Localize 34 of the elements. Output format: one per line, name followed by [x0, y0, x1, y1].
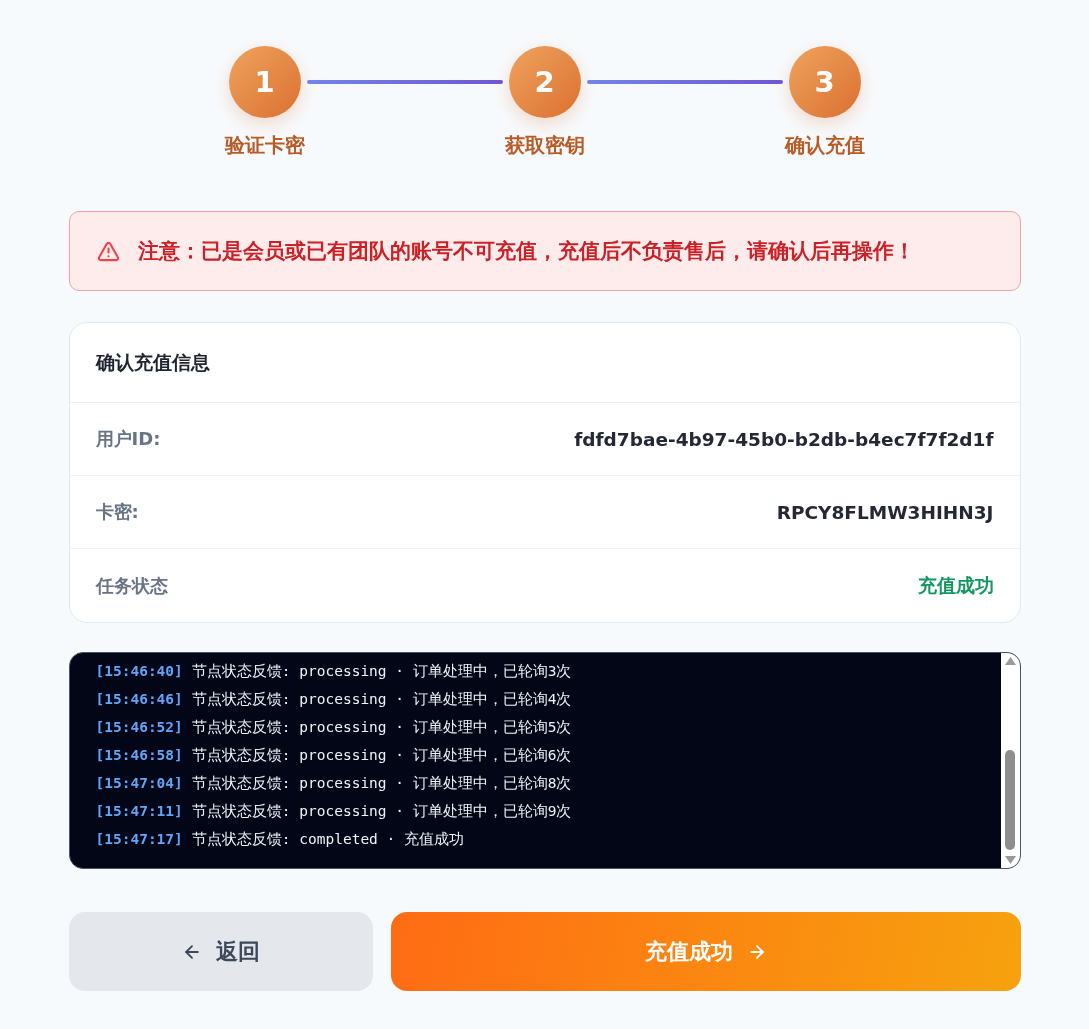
info-value: fdfd7bae-4b97-45b0-b2db-b4ec7f7f2d1f — [574, 428, 994, 450]
card-title: 确认充值信息 — [95, 349, 210, 375]
info-value: RPCY8FLMW3HIHN3J — [776, 501, 994, 523]
step-label: 获取密钥 — [504, 132, 585, 159]
log-message: 节点状态反馈: processing · 订单处理中，已轮询4次 — [191, 689, 572, 709]
log-timestamp: [15:47:11] — [95, 803, 183, 819]
step-number: 2 — [508, 46, 581, 118]
scroll-thumb[interactable] — [1005, 750, 1015, 850]
log-message: 节点状态反馈: processing · 订单处理中，已轮询5次 — [191, 717, 572, 737]
log-timestamp: [15:46:52] — [95, 719, 183, 735]
step-number: 3 — [788, 46, 861, 118]
warning-icon — [96, 239, 120, 263]
scroll-down-icon[interactable] — [1004, 856, 1016, 864]
log-message: 节点状态反馈: processing · 订单处理中，已轮询6次 — [191, 745, 572, 765]
back-button[interactable]: 返回 — [68, 912, 373, 991]
log-timestamp: [15:47:17] — [95, 831, 183, 847]
status-value: 充值成功 — [917, 574, 994, 598]
info-label: 用户ID: — [95, 427, 161, 451]
log-timestamp: [15:47:04] — [95, 775, 183, 791]
step-label: 验证卡密 — [224, 132, 305, 159]
info-label: 任务状态 — [95, 573, 168, 598]
log-timestamp: [15:46:40] — [95, 663, 183, 679]
warning-text: 注意：已是会员或已有团队的账号不可充值，充值后不负责售后，请确认后再操作！ — [137, 238, 915, 265]
log-message: 节点状态反馈: processing · 订单处理中，已轮询8次 — [191, 773, 572, 793]
log-message: 节点状态反馈: processing · 订单处理中，已轮询3次 — [191, 661, 572, 681]
step-number: 1 — [228, 46, 301, 118]
step-label: 确认充值 — [784, 132, 865, 159]
info-label: 卡密: — [95, 500, 139, 524]
log-timestamp: [15:46:58] — [95, 747, 183, 763]
log-timestamp: [15:46:46] — [95, 691, 183, 707]
scrollbar[interactable] — [1000, 653, 1020, 868]
log-message: 节点状态反馈: processing · 订单处理中，已轮询9次 — [191, 801, 572, 821]
scroll-up-icon[interactable] — [1004, 657, 1016, 665]
log-message: 节点状态反馈: completed · 充值成功 — [191, 829, 465, 849]
